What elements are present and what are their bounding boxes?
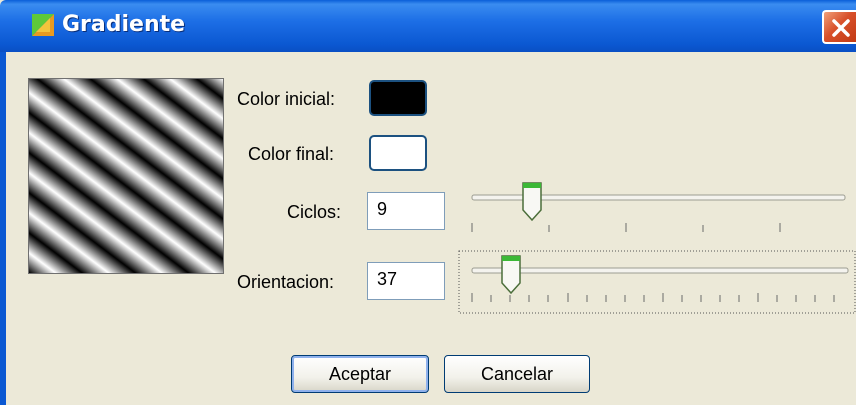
orientacion-slider-thumb[interactable] <box>501 255 521 295</box>
ciclos-label: Ciclos: <box>287 202 342 222</box>
window-title: Gradiente <box>62 12 186 37</box>
cancelar-button[interactable]: Cancelar <box>444 355 590 393</box>
ciclos-input[interactable]: 9 <box>367 192 445 230</box>
orientacion-slider[interactable] <box>458 250 856 314</box>
color-inicial-label: Color inicial: <box>237 89 336 109</box>
ciclos-slider[interactable] <box>466 180 851 240</box>
ciclos-slider-thumb[interactable] <box>522 182 542 222</box>
title-bar[interactable]: Gradiente <box>0 0 856 52</box>
orientacion-label: Orientacion: <box>237 272 335 292</box>
close-icon <box>832 19 850 37</box>
gradient-preview <box>28 78 224 274</box>
color-final-swatch[interactable] <box>369 135 427 171</box>
color-final-label: Color final: <box>248 144 335 164</box>
orientacion-input[interactable]: 37 <box>367 262 445 300</box>
window-border <box>0 52 6 405</box>
aceptar-button[interactable]: Aceptar <box>291 355 429 393</box>
gradiente-dialog: Gradiente Color inicial: Color final: Ci… <box>0 0 856 405</box>
close-button[interactable] <box>822 10 856 44</box>
color-inicial-swatch[interactable] <box>369 80 427 116</box>
gradient-app-icon <box>32 14 54 36</box>
